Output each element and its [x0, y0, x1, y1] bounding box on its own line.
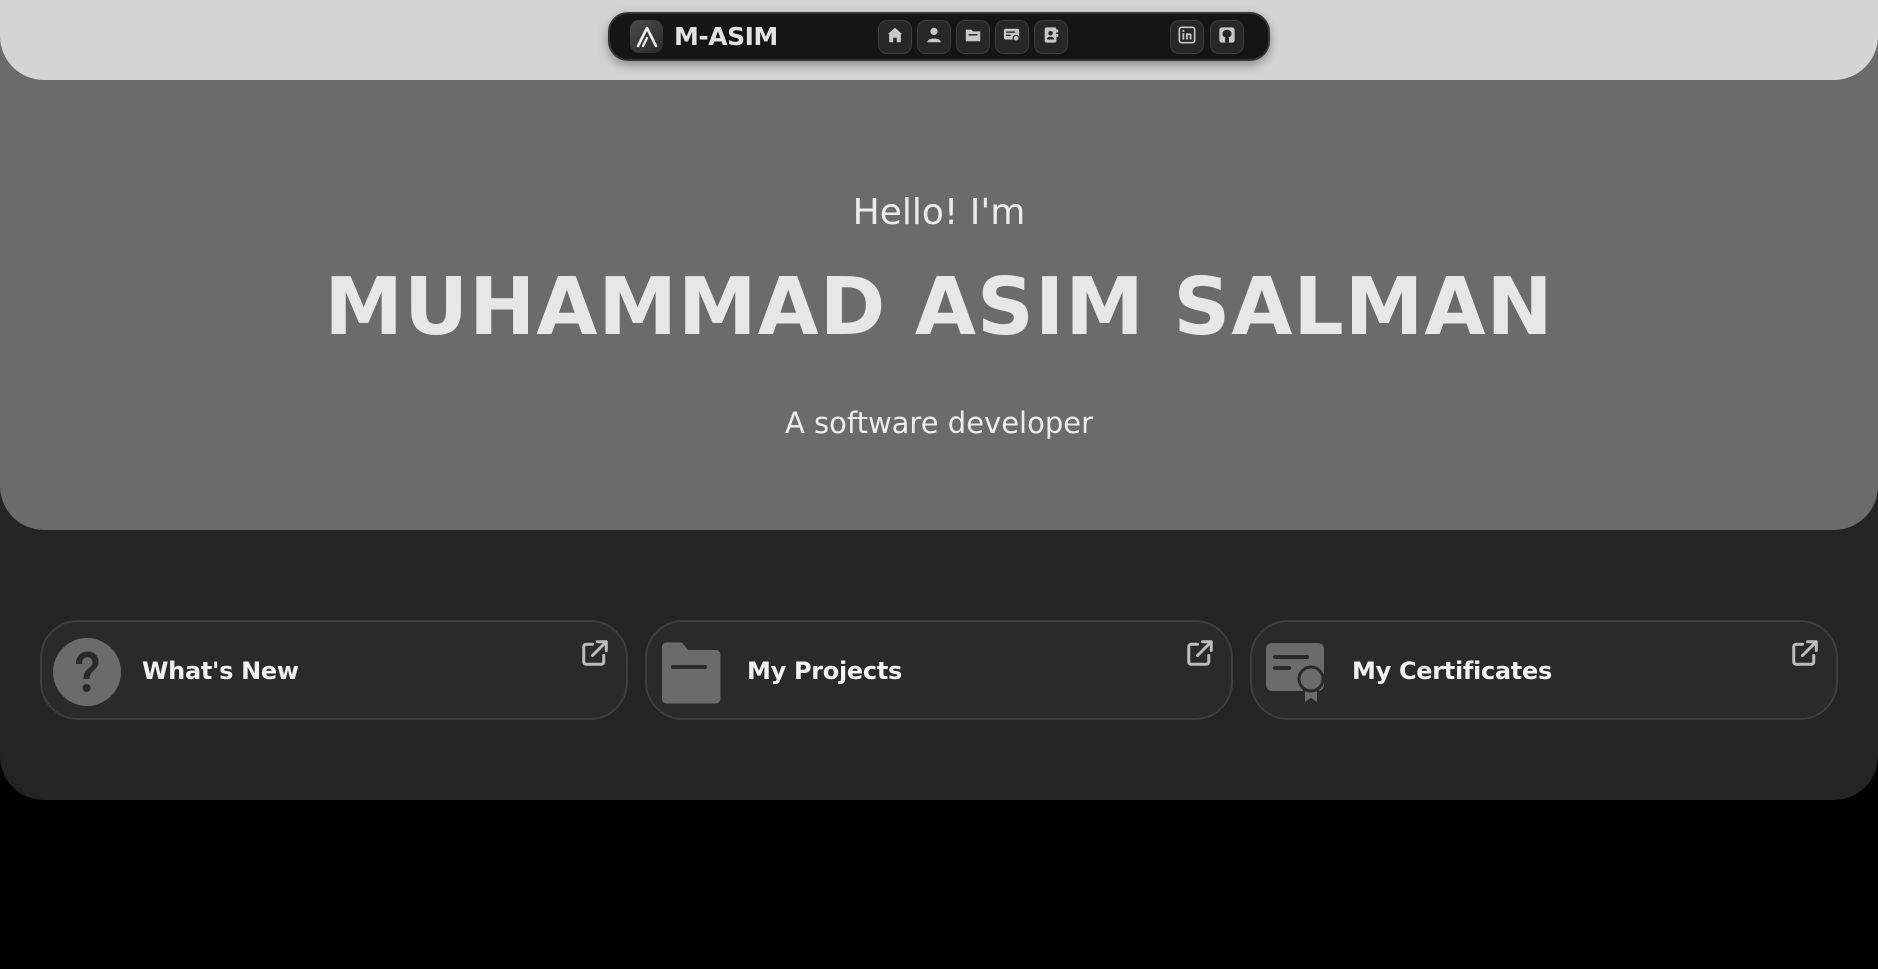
- folder-icon: [964, 26, 982, 48]
- card-label-my-projects: My Projects: [747, 657, 902, 685]
- hero-greeting: Hello! I'm: [852, 192, 1026, 233]
- home-button[interactable]: [878, 20, 912, 54]
- certificates-button[interactable]: [995, 20, 1029, 54]
- contact-book-icon: [1042, 26, 1060, 48]
- about-button[interactable]: [917, 20, 951, 54]
- github-icon: [1218, 26, 1236, 48]
- user-icon: [925, 26, 943, 48]
- hero-section: Hello! I'm MUHAMMAD ASIM SALMAN A softwa…: [0, 36, 1878, 530]
- certificate-icon: [1262, 637, 1332, 707]
- certificate-icon: [1003, 26, 1021, 48]
- navbar: M-ASIM: [608, 12, 1270, 61]
- contact-button[interactable]: [1034, 20, 1068, 54]
- external-link-icon[interactable]: [580, 638, 610, 668]
- brand-name[interactable]: M-ASIM: [674, 22, 778, 52]
- card-label-my-certificates: My Certificates: [1352, 657, 1552, 685]
- linkedin-button[interactable]: [1170, 20, 1204, 54]
- question-icon: [52, 637, 122, 707]
- card-label-whats-new: What's New: [142, 657, 299, 685]
- my-certificates-card[interactable]: My Certificates: [1250, 620, 1838, 720]
- linkedin-icon: [1178, 26, 1196, 48]
- hero-role: A software developer: [784, 406, 1094, 440]
- github-button[interactable]: [1210, 20, 1244, 54]
- external-link-icon[interactable]: [1185, 638, 1215, 668]
- folder-icon: [657, 637, 727, 707]
- external-link-icon[interactable]: [1790, 638, 1820, 668]
- projects-button[interactable]: [956, 20, 990, 54]
- whats-new-card[interactable]: What's New: [40, 620, 628, 720]
- hero-name: MUHAMMAD ASIM SALMAN: [324, 261, 1554, 353]
- home-icon: [886, 26, 904, 48]
- logo-icon[interactable]: [630, 20, 663, 53]
- my-projects-card[interactable]: My Projects: [645, 620, 1233, 720]
